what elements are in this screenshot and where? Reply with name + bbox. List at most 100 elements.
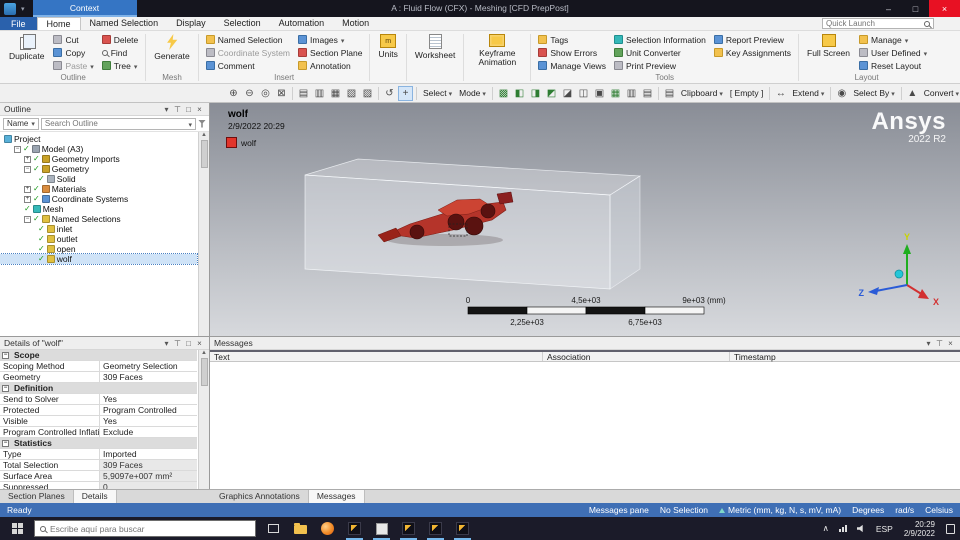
property-value[interactable]: Geometry Selection <box>100 361 197 371</box>
show-errors-button[interactable]: Show Errors <box>535 46 609 59</box>
select-dropdown[interactable]: Select <box>420 88 455 98</box>
tree-item-coordinate-systems[interactable]: Coordinate Systems <box>0 194 197 204</box>
collapse-icon[interactable] <box>2 439 9 447</box>
tree-item-outlet[interactable]: outlet <box>0 234 197 244</box>
tree-item-inlet[interactable]: inlet <box>0 224 197 234</box>
filter-funnel-icon[interactable] <box>198 119 206 128</box>
taskbar-search[interactable] <box>34 520 256 537</box>
name-filter-dropdown[interactable]: Name <box>3 117 39 130</box>
tree-item-project[interactable]: Project <box>0 134 197 144</box>
probe-icon[interactable]: + <box>398 85 413 101</box>
network-button[interactable] <box>834 517 852 540</box>
ansys-app-button[interactable] <box>395 517 422 540</box>
close-panel-icon[interactable]: × <box>945 339 956 348</box>
expander-icon[interactable] <box>14 145 21 153</box>
images-button[interactable]: Images <box>295 33 365 46</box>
duplicate-button[interactable]: Duplicate <box>5 33 48 62</box>
cut-button[interactable]: Cut <box>50 33 96 46</box>
named-selection-button[interactable]: Named Selection <box>203 33 293 46</box>
tab-section-planes[interactable]: Section Planes <box>0 490 74 503</box>
tree-item-mesh[interactable]: Mesh <box>0 204 197 214</box>
app-button[interactable] <box>368 517 395 540</box>
details-scrollbar[interactable]: ▲ <box>198 350 209 489</box>
notification-center-button[interactable] <box>941 517 960 540</box>
file-explorer-button[interactable] <box>287 517 314 540</box>
shaded-view-icon[interactable]: ▧ <box>344 86 359 101</box>
status-celsius[interactable]: Celsius <box>925 505 953 515</box>
property-value[interactable]: Yes <box>100 416 197 426</box>
expander-icon[interactable] <box>24 165 31 173</box>
tree-item-geometry[interactable]: Geometry <box>0 164 197 174</box>
paste-button[interactable]: Paste <box>50 59 96 72</box>
property-value[interactable]: Yes <box>100 394 197 404</box>
tab-motion[interactable]: Motion <box>333 17 378 30</box>
annotation-button[interactable]: Annotation <box>295 59 365 72</box>
tray-expand-button[interactable]: ∧ <box>818 517 834 540</box>
outline-scrollbar[interactable]: ▲ <box>198 132 209 336</box>
zoom-fit-icon[interactable]: ◎ <box>258 86 273 101</box>
mode-dropdown[interactable]: Mode <box>456 88 489 98</box>
unit-converter-button[interactable]: Unit Converter <box>611 46 709 59</box>
pin-icon[interactable]: ⊤ <box>172 105 183 114</box>
taskbar-clock[interactable]: 20:29 2/9/2022 <box>898 520 941 538</box>
face-select-icon[interactable]: ◨ <box>528 86 543 101</box>
box-zoom-icon[interactable]: ⊠ <box>274 86 289 101</box>
edge-select-icon[interactable]: ◧ <box>512 86 527 101</box>
comment-button[interactable]: Comment <box>203 59 293 72</box>
manage-views-button[interactable]: Manage Views <box>535 59 609 72</box>
quick-launch[interactable] <box>822 18 934 29</box>
tree-item-solid[interactable]: Solid <box>0 174 197 184</box>
tree-item-model[interactable]: Model (A3) <box>0 144 197 154</box>
tree-item-wolf[interactable]: wolf <box>0 253 198 265</box>
close-panel-icon[interactable]: × <box>194 339 205 348</box>
manage-button[interactable]: Manage <box>856 33 930 46</box>
volume-button[interactable] <box>852 517 871 540</box>
minimize-button[interactable] <box>875 0 902 17</box>
panel-menu-icon[interactable]: ▾ <box>161 339 172 348</box>
pin-icon[interactable]: ⊤ <box>172 339 183 348</box>
ansys-app-button[interactable] <box>449 517 476 540</box>
units-button[interactable]: Units <box>374 33 401 60</box>
ansys-app-button[interactable] <box>341 517 368 540</box>
viewport[interactable]: 0 4,5e+03 9e+03 (mm) 2,25e+03 6,75e+03 Y… <box>210 103 960 336</box>
plane-tool-icon[interactable]: ▤ <box>640 86 655 101</box>
tags-button[interactable]: Tags <box>535 33 609 46</box>
status-messages-pane[interactable]: Messages pane <box>589 505 649 515</box>
scroll-thumb[interactable] <box>200 358 208 386</box>
tree-item-named-selections[interactable]: Named Selections <box>0 214 197 224</box>
property-value[interactable]: Program Controlled <box>100 405 197 415</box>
convert-dropdown[interactable]: Convert <box>921 88 960 98</box>
panel-menu-icon[interactable]: ▾ <box>923 339 934 348</box>
rotate-icon[interactable]: ↺ <box>382 86 397 101</box>
keyframe-animation-button[interactable]: Keyframe Animation <box>468 33 526 68</box>
image-capture-icon[interactable]: ▤ <box>296 86 311 101</box>
tab-automation[interactable]: Automation <box>270 17 334 30</box>
mesh-node-icon[interactable]: ◫ <box>576 86 591 101</box>
expander-icon[interactable] <box>24 195 31 203</box>
section-plane-button[interactable]: Section Plane <box>295 46 365 59</box>
find-button[interactable]: Find <box>99 46 142 59</box>
named-selection-tool-icon[interactable]: ▦ <box>608 86 623 101</box>
zoom-in-icon[interactable]: ⊕ <box>226 86 241 101</box>
viewports-icon[interactable]: ▦ <box>328 86 343 101</box>
scroll-up-icon[interactable]: ▲ <box>201 350 207 356</box>
close-panel-icon[interactable]: × <box>194 105 205 114</box>
context-tab[interactable]: Context <box>32 0 137 17</box>
vertex-select-icon[interactable]: ▩ <box>496 86 511 101</box>
z-axis[interactable] <box>875 284 908 292</box>
close-button[interactable] <box>929 0 960 17</box>
snapshot-icon[interactable]: ▥ <box>312 86 327 101</box>
outline-search-input[interactable] <box>44 119 186 128</box>
user-defined-button[interactable]: User Defined <box>856 46 930 59</box>
expander-icon[interactable] <box>24 215 31 223</box>
task-view-button[interactable] <box>260 517 287 540</box>
tab-details[interactable]: Details <box>73 490 117 503</box>
tree-item-open[interactable]: open <box>0 244 197 254</box>
viewport-canvas[interactable]: 0 4,5e+03 9e+03 (mm) 2,25e+03 6,75e+03 Y… <box>210 103 960 336</box>
tab-display[interactable]: Display <box>167 17 215 30</box>
tree-item-geometry-imports[interactable]: Geometry Imports <box>0 154 197 164</box>
coordinate-tool-icon[interactable]: ▥ <box>624 86 639 101</box>
status-degrees[interactable]: Degrees <box>852 505 884 515</box>
float-icon[interactable]: □ <box>183 339 194 348</box>
collapse-icon[interactable] <box>2 384 9 392</box>
